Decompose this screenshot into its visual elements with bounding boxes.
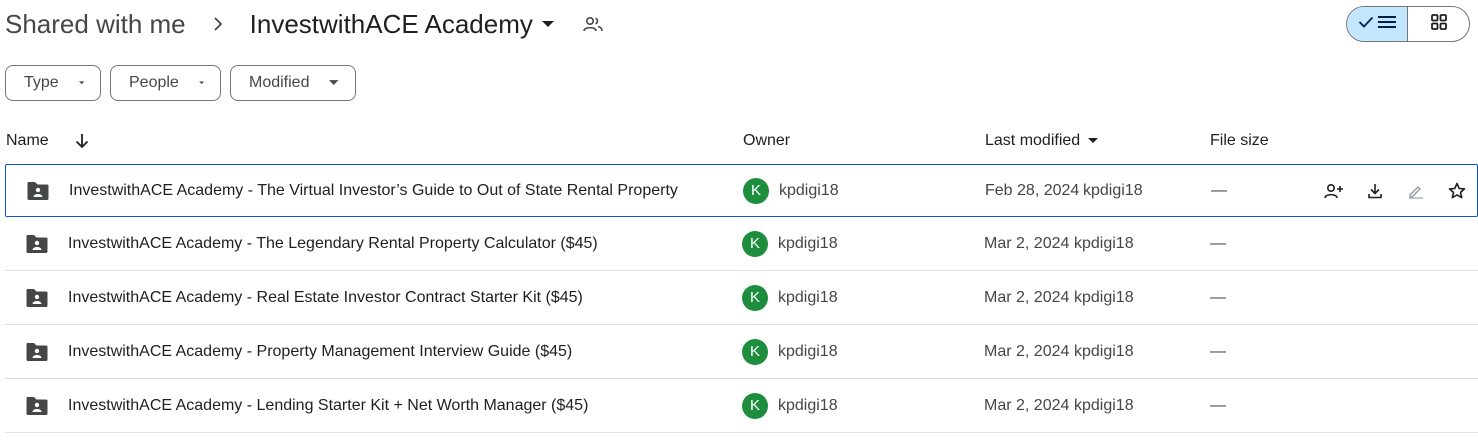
owner-avatar: K [742,217,768,270]
table-row[interactable]: InvestwithACE Academy - The Legendary Re… [5,217,1478,271]
modified-by: kpdigi18 [1074,342,1134,360]
arrow-down-icon[interactable] [72,124,92,158]
modified-date: Mar 2, 2024 [984,288,1070,306]
type-filter-label: Type [24,74,59,91]
modified-by: kpdigi18 [1074,234,1134,252]
people-filter-label: People [129,74,179,91]
grid-icon [1430,13,1447,35]
avatar: K [742,230,768,257]
owner-avatar: K [743,165,769,216]
shared-folder-icon [26,165,50,216]
name-column-header[interactable]: Name [6,124,49,158]
file-size: — [1210,396,1226,414]
modified-by: kpdigi18 [1083,181,1143,199]
modified-date: Mar 2, 2024 [984,234,1070,252]
file-size: — [1211,181,1227,199]
chevron-right-icon [186,17,250,31]
file-name[interactable]: InvestwithACE Academy - Property Managem… [68,325,572,378]
people-filter-chip[interactable]: People [110,65,221,101]
avatar: K [742,392,768,419]
breadcrumb-current-folder[interactable]: InvestwithACE Academy [250,9,557,40]
check-icon [1358,15,1374,33]
view-toggle [1346,6,1470,42]
table-row[interactable]: InvestwithACE Academy - Property Managem… [5,325,1478,379]
file-name[interactable]: InvestwithACE Academy - Real Estate Inve… [68,271,583,324]
table-row[interactable]: InvestwithACE Academy - Lending Starter … [5,379,1478,433]
avatar: K [742,284,768,311]
table-row[interactable]: InvestwithACE Academy - Real Estate Inve… [5,271,1478,325]
owner-name: kpdigi18 [778,234,838,252]
arrow-drop-down-icon [78,81,84,85]
shared-folder-icon [25,271,49,324]
file-name[interactable]: InvestwithACE Academy - Lending Starter … [68,379,588,432]
modified-filter-chip[interactable]: Modified [230,65,356,101]
last-modified-column-header[interactable]: Last modified [985,124,1099,158]
avatar: K [742,338,768,365]
file-list-header: Name Owner Last modified File size [0,124,1478,158]
owner-name: kpdigi18 [778,342,838,360]
current-folder-title: InvestwithACE Academy [249,8,533,39]
owner-column-header[interactable]: Owner [743,124,790,158]
owner-name: kpdigi18 [778,396,838,414]
star-icon[interactable] [1445,179,1469,203]
owner-name: kpdigi18 [778,288,838,306]
people-icon [581,12,605,36]
list-icon [1378,15,1396,34]
file-size-column-header[interactable]: File size [1210,124,1269,158]
shared-folder-icon [25,217,49,270]
shared-folder-icon [25,379,49,432]
shared-folder-icon [25,325,49,378]
file-size: — [1210,288,1226,306]
modified-filter-label: Modified [249,74,310,91]
file-name[interactable]: InvestwithACE Academy - The Legendary Re… [68,217,598,270]
file-list: InvestwithACE Academy - The Virtual Inve… [5,164,1478,433]
filter-bar: Type People Modified [5,65,356,101]
file-size: — [1210,342,1226,360]
grid-view-button[interactable] [1408,7,1469,41]
modified-by: kpdigi18 [1074,396,1134,414]
table-row[interactable]: InvestwithACE Academy - The Virtual Inve… [5,164,1478,217]
modified-date: Feb 28, 2024 [985,181,1080,199]
arrow-drop-down-icon [1088,138,1099,143]
type-filter-chip[interactable]: Type [5,65,101,101]
breadcrumb-shared-with-me[interactable]: Shared with me [5,9,186,40]
owner-name: kpdigi18 [779,181,839,199]
breadcrumb: Shared with me InvestwithACE Academy [5,6,605,42]
rename-icon[interactable] [1404,179,1428,203]
arrow-drop-down-icon [198,81,204,85]
row-actions [1322,165,1469,216]
avatar: K [743,177,769,204]
download-icon[interactable] [1363,179,1387,203]
modified-date: Mar 2, 2024 [984,342,1070,360]
owner-avatar: K [742,379,768,432]
share-icon[interactable] [1322,179,1346,203]
file-name[interactable]: InvestwithACE Academy - The Virtual Inve… [69,165,678,216]
modified-by: kpdigi18 [1074,288,1134,306]
modified-date: Mar 2, 2024 [984,396,1070,414]
owner-avatar: K [742,271,768,324]
list-view-button[interactable] [1347,7,1409,41]
last-modified-label: Last modified [985,132,1081,149]
arrow-drop-down-icon[interactable] [539,15,557,33]
owner-avatar: K [742,325,768,378]
file-size: — [1210,234,1226,252]
arrow-drop-down-icon [329,80,339,85]
